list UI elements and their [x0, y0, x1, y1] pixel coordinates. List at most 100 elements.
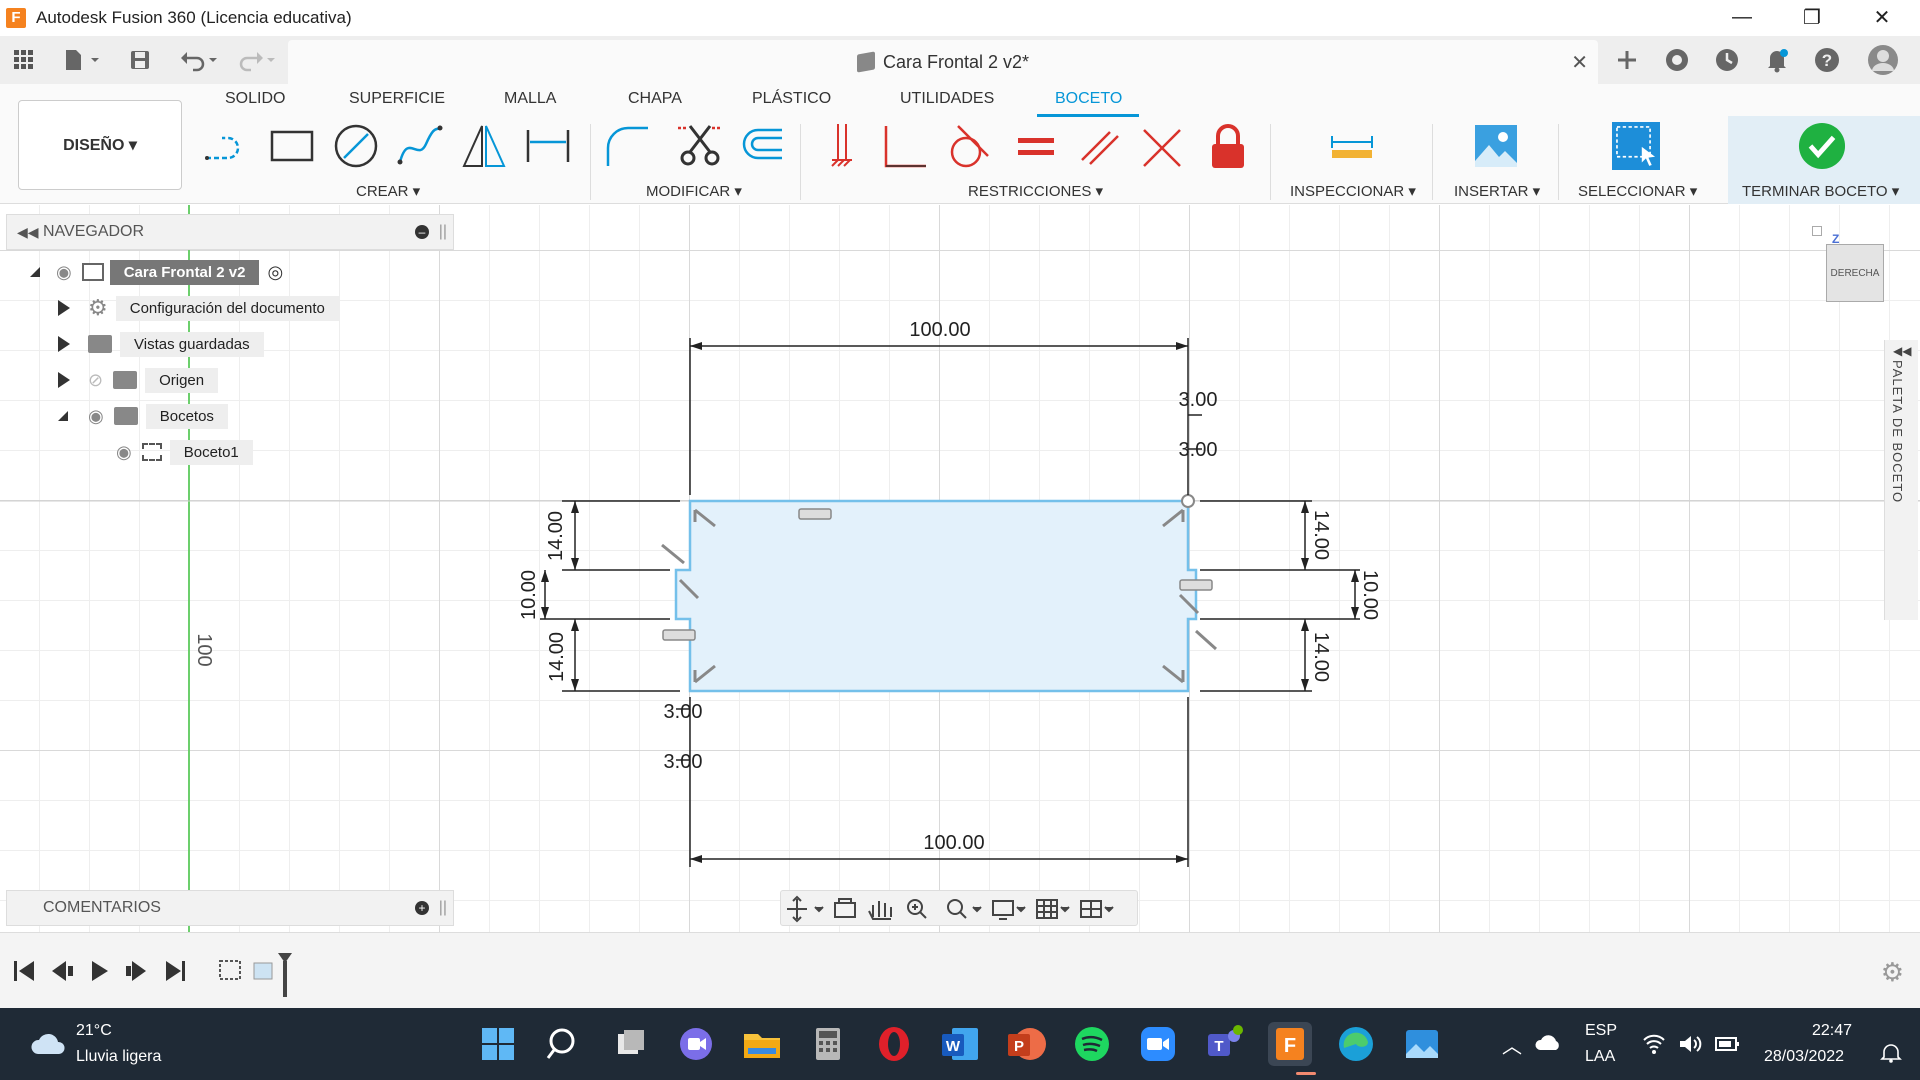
- tab-superficie[interactable]: SUPERFICIE: [349, 90, 445, 108]
- close-tab-icon[interactable]: ✕: [1571, 50, 1588, 75]
- notifications-icon[interactable]: [1762, 46, 1792, 74]
- undo-icon[interactable]: [176, 46, 222, 74]
- eye-icon[interactable]: ◉: [116, 442, 132, 463]
- minimize-panel-icon[interactable]: –: [415, 225, 429, 239]
- new-tab-icon[interactable]: [1612, 46, 1642, 74]
- view-cube[interactable]: DERECHA: [1826, 244, 1884, 302]
- close-window-button[interactable]: ✕: [1852, 0, 1912, 34]
- zoom-meetings-icon[interactable]: [1136, 1022, 1180, 1066]
- measure-tool-icon[interactable]: [1328, 122, 1376, 170]
- expanded-arrow-icon[interactable]: [30, 267, 40, 277]
- finish-sketch-check-icon[interactable]: [1798, 122, 1846, 170]
- insert-group-label[interactable]: INSERTAR ▾: [1454, 182, 1540, 200]
- opera-browser-icon[interactable]: [872, 1022, 916, 1066]
- extensions-icon[interactable]: [1662, 46, 1692, 74]
- task-view-icon[interactable]: [608, 1022, 652, 1066]
- redo-icon[interactable]: [234, 46, 280, 74]
- clock-date[interactable]: 28/03/2022: [1764, 1048, 1844, 1066]
- fusion-360-taskbar-icon[interactable]: F: [1268, 1022, 1312, 1066]
- expand-palette-icon[interactable]: ◀◀: [1893, 344, 1911, 358]
- tree-item-origin[interactable]: ⊘ Origen: [58, 366, 219, 394]
- tree-item-sketches[interactable]: ◉ Bocetos: [58, 402, 228, 430]
- timeline-settings-gear-icon[interactable]: ⚙: [1881, 957, 1904, 988]
- show-hidden-icons-chevron-icon[interactable]: ︿: [1502, 1030, 1522, 1059]
- help-icon[interactable]: ?: [1812, 46, 1842, 74]
- spline-tool-icon[interactable]: [396, 122, 444, 170]
- collapsed-arrow-icon[interactable]: [58, 372, 70, 388]
- tangent-constraint-icon[interactable]: [944, 122, 992, 170]
- lock-constraint-icon[interactable]: [1204, 122, 1252, 170]
- word-icon[interactable]: W: [938, 1022, 982, 1066]
- perpendicular-constraint-icon[interactable]: [882, 122, 930, 170]
- circle-tool-icon[interactable]: [332, 122, 380, 170]
- tree-item-document-settings[interactable]: ⚙ Configuración del documento: [58, 294, 339, 322]
- tab-malla[interactable]: MALLA: [504, 90, 556, 108]
- search-icon[interactable]: [542, 1022, 586, 1066]
- file-menu-icon[interactable]: [60, 46, 106, 74]
- trim-tool-icon[interactable]: [676, 122, 724, 170]
- fillet-tool-icon[interactable]: [604, 122, 652, 170]
- offset-tool-icon[interactable]: [738, 122, 786, 170]
- powerpoint-icon[interactable]: P: [1004, 1022, 1048, 1066]
- apps-grid-icon[interactable]: [10, 46, 38, 74]
- tree-root-row[interactable]: ◉ Cara Frontal 2 v2 ◎: [30, 258, 283, 286]
- calculator-icon[interactable]: [806, 1022, 850, 1066]
- home-view-icon[interactable]: [1812, 226, 1822, 236]
- tree-item-sketch1[interactable]: ◉ Boceto1: [116, 438, 253, 466]
- eye-icon[interactable]: ◉: [88, 406, 104, 427]
- rectangle-tool-icon[interactable]: [268, 122, 316, 170]
- start-menu-icon[interactable]: [476, 1022, 520, 1066]
- clock-time[interactable]: 22:47: [1812, 1022, 1852, 1040]
- select-group-label[interactable]: SELECCIONAR ▾: [1578, 182, 1697, 200]
- eye-hidden-icon[interactable]: ⊘: [88, 370, 103, 391]
- restore-button[interactable]: ❐: [1782, 0, 1842, 34]
- teams-icon[interactable]: T: [1202, 1022, 1246, 1066]
- workspace-dropdown[interactable]: DISEÑO ▾: [18, 100, 182, 190]
- line-tool-icon[interactable]: [204, 122, 252, 170]
- modify-group-label[interactable]: MODIFICAR ▾: [646, 182, 742, 200]
- collapsed-arrow-icon[interactable]: [58, 300, 70, 316]
- collapse-left-icon[interactable]: ◀◀: [17, 224, 39, 241]
- finish-sketch-label[interactable]: TERMINAR BOCETO ▾: [1742, 182, 1899, 200]
- minimize-button[interactable]: —: [1712, 0, 1772, 34]
- parallel-constraint-icon[interactable]: [1076, 122, 1124, 170]
- keyboard-layout[interactable]: LAA: [1585, 1048, 1615, 1066]
- user-avatar[interactable]: [1866, 45, 1900, 75]
- constraints-group-label[interactable]: RESTRICCIONES ▾: [968, 182, 1103, 200]
- tab-solido[interactable]: SOLIDO: [225, 90, 285, 108]
- tab-chapa[interactable]: CHAPA: [628, 90, 682, 108]
- expanded-arrow-icon[interactable]: [58, 411, 68, 421]
- comments-panel[interactable]: COMENTARIOS + ||: [6, 890, 454, 926]
- activate-radio-icon[interactable]: ◎: [267, 262, 283, 283]
- tree-item-saved-views[interactable]: Vistas guardadas: [58, 330, 264, 358]
- save-icon[interactable]: [126, 46, 154, 74]
- tab-boceto[interactable]: BOCETO: [1055, 90, 1122, 108]
- tab-utilidades[interactable]: UTILIDADES: [900, 90, 994, 108]
- file-explorer-icon[interactable]: [740, 1022, 784, 1066]
- sketch-palette-label: PALETA DE BOCETO: [1890, 360, 1905, 504]
- mirror-tool-icon[interactable]: [460, 122, 508, 170]
- photos-icon[interactable]: [1400, 1022, 1444, 1066]
- collapsed-arrow-icon[interactable]: [58, 336, 70, 352]
- create-group-label[interactable]: CREAR ▾: [356, 182, 420, 200]
- sketch-profile: [674, 499, 1198, 693]
- insert-image-icon[interactable]: [1472, 122, 1520, 170]
- sketch-dimension-icon[interactable]: [524, 122, 572, 170]
- eye-icon[interactable]: ◉: [56, 262, 72, 283]
- add-comment-icon[interactable]: +: [415, 901, 429, 915]
- language-code[interactable]: ESP: [1585, 1022, 1617, 1040]
- coincident-constraint-icon[interactable]: [1140, 122, 1188, 170]
- document-tab[interactable]: Cara Frontal 2 v2* ✕: [288, 40, 1598, 84]
- tab-plastico[interactable]: PLÁSTICO: [752, 90, 831, 108]
- select-tool-icon[interactable]: [1612, 122, 1660, 170]
- panel-grip-icon[interactable]: ||: [439, 899, 447, 917]
- spotify-icon[interactable]: [1070, 1022, 1114, 1066]
- panel-grip-icon[interactable]: ||: [439, 223, 447, 241]
- navigator-header[interactable]: ◀◀ NAVEGADOR – ||: [6, 214, 454, 250]
- job-status-icon[interactable]: [1712, 46, 1742, 74]
- edge-browser-icon[interactable]: [1334, 1022, 1378, 1066]
- fix-constraint-icon[interactable]: [818, 122, 866, 170]
- chat-icon[interactable]: [674, 1022, 718, 1066]
- equal-constraint-icon[interactable]: [1012, 122, 1060, 170]
- inspect-group-label[interactable]: INSPECCIONAR ▾: [1290, 182, 1416, 200]
